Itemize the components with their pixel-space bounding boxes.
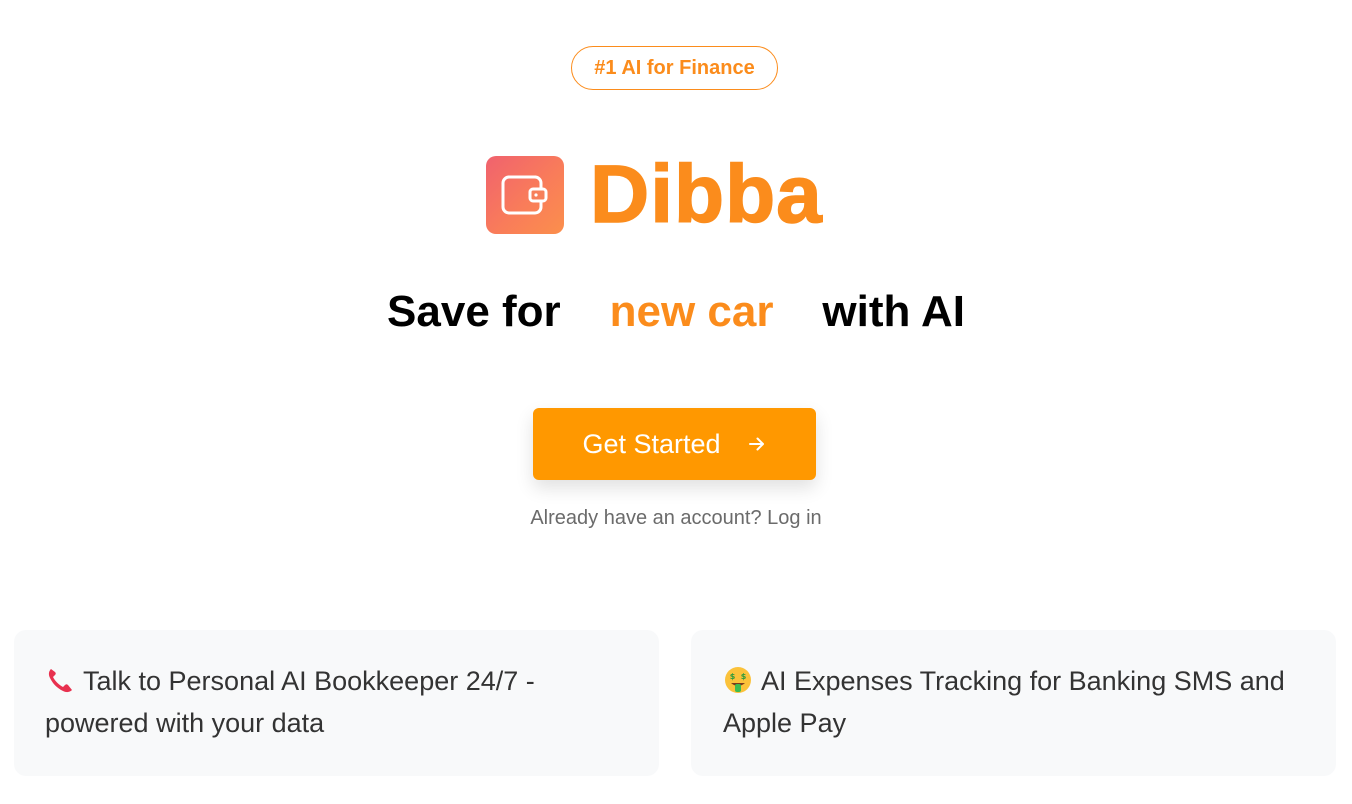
feature-text: AI Expenses Tracking for Banking SMS and… <box>723 666 1285 738</box>
headline-prefix: Save for <box>387 287 561 336</box>
get-started-button[interactable]: Get Started <box>533 408 816 480</box>
get-started-label: Get Started <box>582 428 721 459</box>
feature-card-expenses: $ $ AI Expenses Tracking for Banking SMS… <box>691 630 1336 776</box>
svg-text:$: $ <box>730 672 736 681</box>
headline-suffix: with AI <box>822 287 965 336</box>
headline-rotating-word: new car <box>609 287 774 336</box>
landing-page: #1 AI for Finance Dibba Save for new car… <box>0 0 1352 804</box>
brand-header: Dibba <box>486 149 823 241</box>
telephone-receiver-icon <box>48 669 72 693</box>
login-text: Already have an account? Log in <box>530 507 822 529</box>
feature-card-bookkeeper: Talk to Personal AI Bookkeeper 24/7 - po… <box>14 630 659 776</box>
login-link[interactable]: Already have an account? Log in <box>0 507 1352 530</box>
arrow-right-icon <box>747 434 767 454</box>
wallet-icon <box>501 175 548 215</box>
svg-text:$: $ <box>741 672 747 681</box>
logo <box>486 156 564 234</box>
brand-name: Dibba <box>589 149 823 241</box>
ai-finance-badge: #1 AI for Finance <box>571 46 778 90</box>
feature-text: Talk to Personal AI Bookkeeper 24/7 - po… <box>45 666 535 738</box>
hero-headline: Save for new car with AI <box>0 286 1352 338</box>
badge-text: #1 AI for Finance <box>594 56 755 79</box>
money-mouth-face-icon: $ $ <box>725 667 751 693</box>
